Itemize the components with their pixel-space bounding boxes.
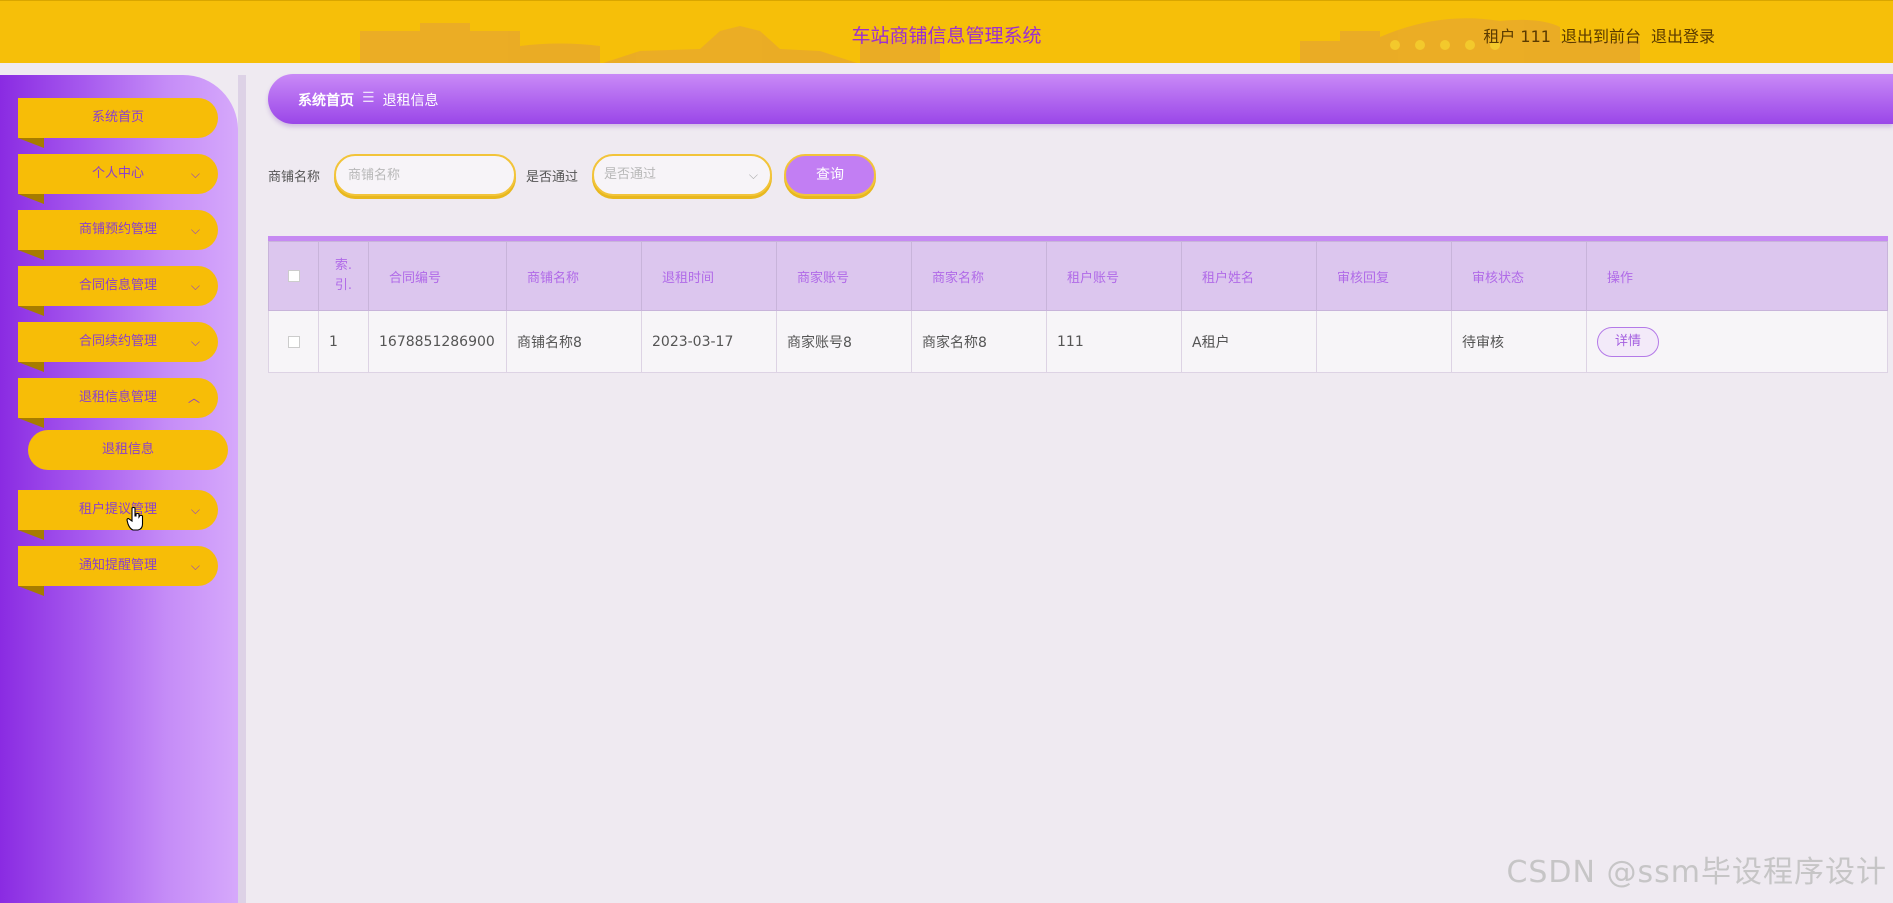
cell-merchant-account: 商家账号8 [776,310,912,373]
ribbon-tab [18,250,44,260]
ribbon-tab [18,194,44,204]
col-review-status: 审核状态 [1451,241,1587,311]
passed-select[interactable]: 是否通过 ⌵ [592,154,772,196]
front-link[interactable]: 退出到前台 [1561,23,1641,47]
user-label: 租户 111 [1483,27,1551,46]
sidebar-item-contract-info[interactable]: 合同信息管理 ⌵ [18,266,218,316]
col-tenant-name: 租户姓名 [1181,241,1317,311]
sidebar-item-notice-reminder[interactable]: 通知提醒管理 ⌵ [18,546,218,596]
data-table: 索. 引. 合同编号 商铺名称 退租时间 商家账号 商家名称 租户账号 租户姓名… [268,236,1888,373]
select-all-checkbox[interactable] [287,270,300,282]
sidebar-item-return-info-mgmt[interactable]: 退租信息管理 ︿ [18,378,218,428]
shop-name-input[interactable] [334,154,516,196]
passed-label: 是否通过 [526,170,579,185]
sidebar-item-label: 系统首页 [91,110,144,125]
cell-merchant-name: 商家名称8 [911,310,1047,373]
user-area: 租户 111 退出到前台 退出登录 [1483,23,1715,47]
sidebar-item-label: 合同续约管理 [78,334,157,349]
cell-tenant-name: A租户 [1181,310,1317,373]
table-header-row: 索. 引. 合同编号 商铺名称 退租时间 商家账号 商家名称 租户账号 租户姓名… [268,241,1888,311]
col-return-time: 退租时间 [641,241,777,311]
col-index: 索. 引. [318,241,369,311]
passed-select-value: 是否通过 [604,167,657,182]
breadcrumb: 系统首页 ☰ 退租信息 [298,90,439,110]
cell-index: 1 [318,310,369,373]
row-checkbox[interactable] [287,335,300,348]
ribbon-tab [18,586,44,596]
watermark: CSDN @ssm毕设程序设计 [1506,855,1887,890]
col-review-reply: 审核回复 [1316,241,1452,311]
col-index-line2: 引. [334,278,353,293]
ribbon-tab [18,362,44,372]
logout-link[interactable]: 退出登录 [1651,23,1715,47]
cell-review-reply [1316,310,1452,373]
sidebar-subitem-label: 退租信息 [101,442,154,457]
cell-return-time: 2023-03-17 [641,310,777,373]
select-all-header [268,241,319,311]
col-merchant-name: 商家名称 [911,241,1047,311]
sidebar-item-label: 个人中心 [91,166,144,181]
sidebar-subitem-return-info[interactable]: 退租信息 [28,430,228,470]
col-index-line1: 索. [334,258,353,273]
chevron-down-icon: ⌵ [190,503,200,517]
col-merchant-account: 商家账号 [776,241,912,311]
col-contract-no: 合同编号 [368,241,507,311]
chevron-down-icon: ⌵ [190,559,200,573]
sidebar-item-shop-booking[interactable]: 商铺预约管理 ⌵ [18,210,218,260]
row-select-cell [268,310,319,373]
detail-button[interactable]: 详情 [1597,326,1659,357]
sidebar-item-label: 租户提议管理 [78,502,157,517]
top-header: 车站商铺信息管理系统 租户 111 退出到前台 退出登录 [0,0,1893,63]
sidebar-item-personal-center[interactable]: 个人中心 ⌵ [18,154,218,204]
ribbon-tab [18,418,44,428]
breadcrumb-bar: 系统首页 ☰ 退租信息 [268,74,1893,124]
cell-contract-no: 1678851286900 [368,310,507,373]
cell-action: 详情 [1586,310,1888,373]
sidebar-item-contract-renewal[interactable]: 合同续约管理 ⌵ [18,322,218,372]
breadcrumb-home[interactable]: 系统首页 [298,90,354,110]
breadcrumb-separator: ☰ [362,90,375,106]
col-tenant-account: 租户账号 [1046,241,1182,311]
chevron-down-icon: ⌵ [190,335,200,349]
chevron-up-icon: ︿ [187,391,200,405]
cell-tenant-account: 111 [1046,310,1182,373]
ribbon-tab [18,138,44,148]
cell-review-status: 待审核 [1451,310,1587,373]
cell-shop-name: 商铺名称8 [506,310,642,373]
shop-name-label: 商铺名称 [268,170,321,185]
sidebar-item-label: 通知提醒管理 [78,558,157,573]
sidebar-item-label: 退租信息管理 [78,390,157,405]
hand-cursor-icon [126,507,144,531]
col-action: 操作 [1586,241,1888,311]
chevron-down-icon: ⌵ [190,167,200,181]
sidebar-edge [238,75,246,903]
ribbon-tab [18,306,44,316]
chevron-down-icon: ⌵ [190,223,200,237]
sidebar-item-label: 商铺预约管理 [78,222,157,237]
ribbon-tab [18,530,44,540]
breadcrumb-current: 退租信息 [382,93,439,109]
table-row: 1 1678851286900 商铺名称8 2023-03-17 商家账号8 商… [268,310,1888,373]
sidebar-item-home[interactable]: 系统首页 [18,98,218,148]
chevron-down-icon: ⌵ [190,279,200,293]
chevron-down-icon: ⌵ [748,168,758,182]
sidebar-item-tenant-proposal[interactable]: 租户提议管理 ⌵ [18,490,218,540]
query-button[interactable]: 查询 [784,154,876,196]
sidebar-item-label: 合同信息管理 [78,278,157,293]
col-shop-name: 商铺名称 [506,241,642,311]
